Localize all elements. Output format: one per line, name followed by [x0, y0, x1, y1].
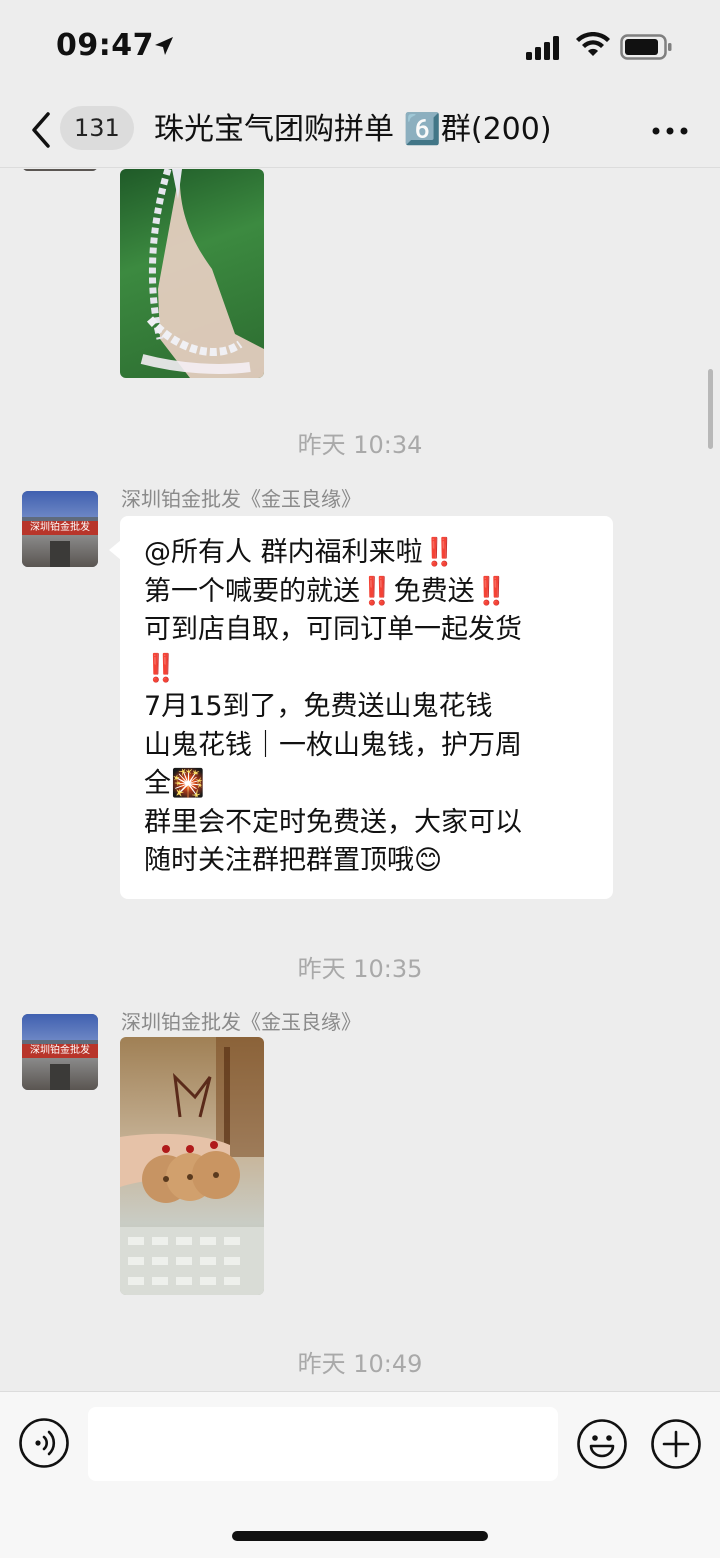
emoji-icon [577, 1419, 627, 1469]
home-indicator[interactable] [232, 1531, 488, 1541]
plus-icon [651, 1419, 701, 1469]
coins-photo [120, 1037, 264, 1295]
message-text-line: 山鬼花钱｜一枚山鬼钱，护万周 [144, 729, 522, 761]
location-arrow-icon [152, 34, 176, 62]
message-timestamp: 昨天 10:34 [297, 431, 423, 459]
back-button[interactable] [26, 110, 56, 150]
cellular-signal-icon [526, 36, 562, 64]
message-text-line: 7月15到了，免费送山鬼花钱 [144, 691, 493, 722]
message-text-line: 可到店自取，可同订单一起发货 [144, 614, 522, 645]
voice-icon [19, 1418, 69, 1468]
sender-avatar[interactable]: 深圳铂金批发 [22, 1014, 98, 1090]
voice-input-button[interactable] [18, 1417, 70, 1469]
wifi-icon [576, 31, 610, 62]
avatar-sign-text: 深圳铂金批发 [22, 521, 98, 535]
sender-name: 深圳铂金批发《金玉良缘》 [121, 1010, 361, 1034]
chat-header: 131 珠光宝气团购拼单 6️⃣群(200) [0, 96, 720, 168]
more-horizontal-icon [652, 127, 688, 135]
message-image-bracelet[interactable] [120, 169, 264, 378]
message-list[interactable]: 昨天 10:34 深圳铂金批发 深圳铂金批发《金玉良缘》 @所有人 群内福利来啦… [0, 169, 720, 1391]
message-text-line: 群里会不定时免费送，大家可以 [144, 806, 522, 838]
status-time: 09:47 [56, 28, 154, 63]
chat-title: 珠光宝气团购拼单 6️⃣群(200) [154, 112, 552, 147]
sender-name: 深圳铂金批发《金玉良缘》 [121, 487, 361, 511]
message-text-input[interactable] [88, 1407, 558, 1481]
message-text-line: 全🎇 [144, 768, 205, 799]
message-image-coins[interactable] [120, 1037, 264, 1295]
message-timestamp: 昨天 10:35 [297, 955, 423, 983]
message-timestamp: 昨天 10:49 [297, 1350, 423, 1378]
status-bar: 09:47 [0, 0, 720, 96]
message-text-line: 第一个喊要的就送‼️免费送‼️ [144, 575, 509, 607]
message-text-line: @所有人 群内福利来啦‼️ [144, 537, 457, 568]
bracelet-photo [140, 169, 264, 378]
more-functions-button[interactable] [650, 1418, 702, 1470]
emoji-button[interactable] [576, 1418, 628, 1470]
unread-count-badge[interactable]: 131 [60, 106, 134, 150]
avatar-sign-text: 深圳铂金批发 [22, 1044, 98, 1058]
message-text-line: 随时关注群把群置顶哦😊 [144, 845, 443, 876]
sender-avatar[interactable] [22, 169, 98, 171]
message-bubble[interactable]: @所有人 群内福利来啦‼️ 第一个喊要的就送‼️免费送‼️ 可到店自取，可同订单… [109, 516, 613, 899]
sender-avatar[interactable]: 深圳铂金批发 [22, 491, 98, 567]
battery-icon [620, 34, 674, 64]
message-text-line: ‼️ [144, 652, 178, 684]
more-options-button[interactable] [650, 116, 690, 146]
chevron-left-icon [32, 112, 50, 148]
